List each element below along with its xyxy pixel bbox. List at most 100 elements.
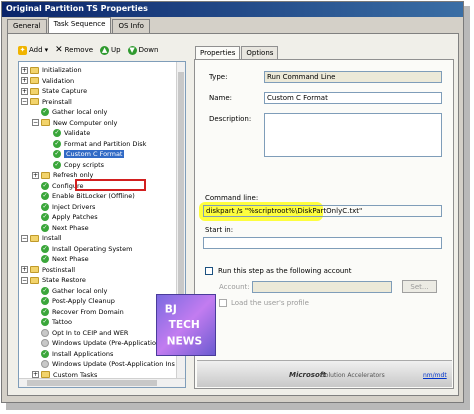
up-label: Up (111, 46, 121, 54)
properties-window: Original Partition TS Properties General… (1, 1, 464, 403)
tree-item-opt-in-ceip[interactable]: Opt In to CEIP and WER (41, 328, 128, 338)
command-line-field[interactable]: diskpart /s "%scriptroot%\DiskPartOnlyC.… (203, 205, 442, 217)
check-icon: ✓ (41, 318, 49, 326)
tree-item-next-phase-2[interactable]: ✓ Next Phase (41, 254, 89, 264)
up-arrow-icon: ▲ (100, 45, 110, 55)
dialog-tabs: General Task Sequence OS Info (7, 17, 151, 33)
remove-icon: ✕ (55, 45, 63, 55)
tree-item-copy-scripts[interactable]: ✓ Copy scripts (53, 160, 104, 170)
tree-item-preinstall[interactable]: − Preinstall (21, 97, 72, 107)
tab-general[interactable]: General (7, 19, 47, 33)
expand-icon[interactable]: + (21, 87, 28, 95)
tree-item-next-phase[interactable]: ✓ Next Phase (41, 223, 89, 233)
expand-icon[interactable]: + (21, 266, 28, 273)
name-label: Name: (209, 94, 233, 102)
start-in-field[interactable] (203, 237, 442, 249)
tab-task-sequence[interactable]: Task Sequence (47, 17, 112, 33)
tree-item-state-restore[interactable]: − State Restore (21, 275, 86, 285)
down-button[interactable]: ▼ Down (127, 45, 159, 55)
folder-icon (30, 66, 39, 74)
up-button[interactable]: ▲ Up (100, 45, 121, 55)
tree-item-format-partition[interactable]: ✓ Format and Partition Disk (53, 139, 146, 149)
description-field[interactable] (264, 113, 442, 157)
check-icon: ✓ (41, 286, 49, 295)
remove-label: Remove (64, 46, 94, 54)
tab-properties[interactable]: Properties (195, 46, 241, 59)
collapse-icon[interactable]: − (32, 119, 39, 126)
window-title: Original Partition TS Properties (2, 2, 463, 17)
expand-icon[interactable]: + (21, 77, 28, 84)
tree-item-apply-patches[interactable]: ✓ Apply Patches (41, 212, 98, 222)
tree-item-tattoo[interactable]: ✓ Tattoo (41, 317, 72, 327)
toolbar: ✦ Add ▾ ✕ Remove ▲ Up ▼ Down (18, 45, 158, 55)
name-field[interactable]: Custom C Format (264, 92, 442, 104)
remove-button[interactable]: ✕ Remove (55, 45, 93, 55)
folder-icon (30, 266, 39, 273)
folder-icon (30, 87, 39, 95)
load-profile-checkbox[interactable] (219, 299, 227, 307)
folder-icon (41, 171, 50, 179)
add-button[interactable]: ✦ Add ▾ (18, 45, 49, 55)
tree-item-install[interactable]: − Install (21, 233, 62, 243)
mdt-link[interactable]: nm/mdt (423, 372, 447, 379)
tree-item-install-applications[interactable]: ✓ Install Applications (41, 349, 113, 359)
start-in-label: Start in: (205, 226, 234, 234)
tree-item-custom-c-format[interactable]: ✓ Custom C Format (53, 149, 125, 159)
check-icon: ✓ (41, 349, 49, 358)
tree-item-windows-update-post[interactable]: Windows Update (Post-Application Ins (41, 359, 175, 369)
logo-line-1: BJ (165, 302, 177, 315)
logo-line-3: NEWS (167, 334, 203, 347)
tree-item-gather-local-only-2[interactable]: ✓ Gather local only (41, 286, 107, 296)
tab-options[interactable]: Options (241, 46, 279, 59)
check-icon: ✓ (41, 213, 49, 221)
scrollbar-thumb[interactable] (27, 380, 157, 386)
run-as-label: Run this step as the following account (218, 267, 352, 275)
check-icon: ✓ (41, 297, 49, 305)
run-as-checkbox[interactable] (205, 267, 213, 275)
chevron-down-icon: ▾ (44, 46, 49, 54)
tab-os-info[interactable]: OS Info (112, 19, 150, 33)
account-label: Account: (219, 283, 250, 291)
check-icon: ✓ (41, 244, 49, 253)
tree-item-gather-local-only[interactable]: ✓ Gather local only (41, 107, 107, 117)
tree-item-windows-update-pre[interactable]: Windows Update (Pre-Application Ins (41, 338, 172, 348)
tree-item-initialization[interactable]: + Initialization (21, 65, 82, 75)
tree-item-validation[interactable]: + Validation (21, 76, 74, 86)
folder-icon (41, 119, 50, 126)
folder-icon (30, 276, 39, 284)
expand-icon[interactable]: + (32, 171, 39, 179)
tree-item-state-capture[interactable]: + State Capture (21, 86, 87, 96)
tree-horizontal-scrollbar[interactable] (19, 378, 185, 387)
tree-item-validate[interactable]: ✓ Validate (53, 128, 90, 138)
tree-item-new-computer-only[interactable]: − New Computer only (32, 118, 117, 128)
set-button[interactable]: Set... (402, 280, 437, 293)
tree-item-inject-drivers[interactable]: ✓ Inject Drivers (41, 202, 95, 212)
task-sequence-panel: ✦ Add ▾ ✕ Remove ▲ Up ▼ Down + Initializa… (7, 33, 459, 396)
down-arrow-icon: ▼ (127, 45, 137, 55)
collapse-icon[interactable]: − (21, 276, 28, 284)
check-icon: ✓ (53, 139, 61, 148)
down-label: Down (138, 46, 159, 54)
tree-item-postinstall[interactable]: + Postinstall (21, 265, 75, 275)
tree-item-install-os[interactable]: ✓ Install Operating System (41, 244, 132, 254)
tree-item-enable-bitlocker[interactable]: ✓ Enable BitLocker (Offline) (41, 191, 135, 201)
check-icon: ✓ (41, 181, 49, 190)
collapse-icon[interactable]: − (21, 98, 28, 105)
tree-item-recover-from-domain[interactable]: ✓ Recover From Domain (41, 307, 124, 317)
description-label: Description: (209, 115, 252, 123)
check-icon: ✓ (53, 129, 61, 137)
folder-icon (41, 371, 50, 378)
scrollbar-thumb[interactable] (178, 72, 184, 332)
expand-icon[interactable]: + (32, 371, 39, 378)
folder-icon (30, 234, 39, 242)
collapse-icon[interactable]: − (21, 234, 28, 242)
check-icon: ✓ (41, 108, 49, 116)
expand-icon[interactable]: + (21, 66, 28, 74)
tree-item-post-apply-cleanup[interactable]: ✓ Post-Apply Cleanup (41, 296, 115, 306)
add-label: Add (29, 46, 43, 54)
check-icon: ✓ (41, 307, 49, 316)
command-line-label: Command line: (205, 194, 259, 202)
type-field: Run Command Line (264, 71, 442, 83)
account-field (252, 281, 392, 293)
type-label: Type: (209, 73, 228, 81)
